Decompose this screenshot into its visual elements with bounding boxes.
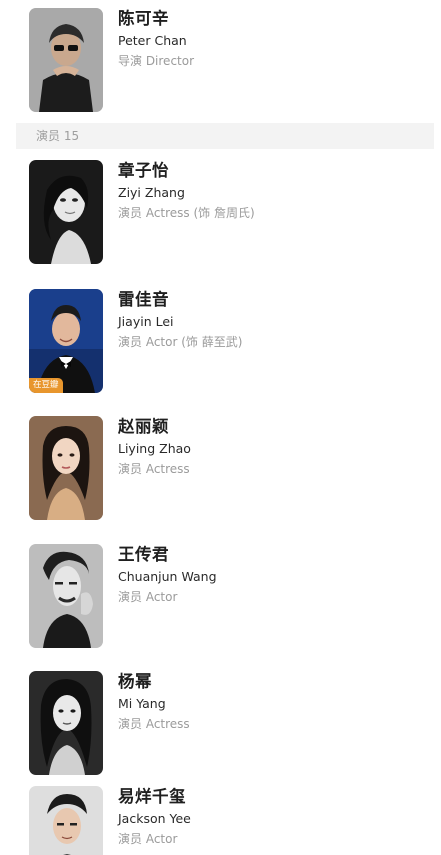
cast-name-en: Liying Zhao: [118, 441, 191, 456]
cast-name-en: Jiayin Lei: [118, 314, 174, 329]
director-card[interactable]: 陈可辛 Peter Chan 导演 Director: [0, 0, 441, 118]
cast-role: 演员 Actress (饰 詹周氏): [118, 206, 255, 220]
cast-name-en: Chuanjun Wang: [118, 569, 217, 584]
director-name-zh: 陈可辛: [118, 9, 169, 28]
cast-name-en: Ziyi Zhang: [118, 185, 185, 200]
cast-name-zh: 雷佳音: [118, 290, 169, 309]
portrait-photo-icon: [29, 786, 103, 855]
portrait-photo-icon: [29, 416, 103, 520]
cast-item[interactable]: 章子怡 Ziyi Zhang 演员 Actress (饰 詹周氏): [0, 160, 441, 270]
portrait-photo-icon: [29, 8, 103, 112]
portrait-photo-icon: [29, 544, 103, 648]
portrait-photo-icon: [29, 671, 103, 775]
cast-item[interactable]: 在豆瓣 雷佳音 Jiayin Lei 演员 Actor (饰 薛至武): [0, 289, 441, 399]
cast-photo[interactable]: 在豆瓣: [29, 289, 103, 393]
director-name-en: Peter Chan: [118, 33, 187, 48]
cast-section-label: 演员 15: [36, 129, 80, 143]
cast-role: 演员 Actress: [118, 717, 190, 731]
cast-name-en: Jackson Yee: [118, 811, 191, 826]
cast-photo[interactable]: [29, 416, 103, 520]
director-role: 导演 Director: [118, 54, 195, 68]
cast-role: 演员 Actor: [118, 832, 178, 846]
cast-photo[interactable]: [29, 786, 103, 855]
director-row[interactable]: 陈可辛 Peter Chan 导演 Director: [0, 8, 441, 118]
cast-role: 演员 Actress: [118, 462, 190, 476]
cast-item[interactable]: 王传君 Chuanjun Wang 演员 Actor: [0, 544, 441, 654]
portrait-photo-icon: [29, 160, 103, 264]
cast-name-en: Mi Yang: [118, 696, 166, 711]
cast-photo[interactable]: [29, 671, 103, 775]
cast-item[interactable]: 杨幂 Mi Yang 演员 Actress: [0, 671, 441, 781]
douban-badge: 在豆瓣: [29, 378, 63, 393]
cast-item[interactable]: 赵丽颖 Liying Zhao 演员 Actress: [0, 416, 441, 526]
cast-photo[interactable]: [29, 544, 103, 648]
cast-item[interactable]: 易烊千玺 Jackson Yee 演员 Actor: [0, 786, 441, 855]
cast-name-zh: 赵丽颖: [118, 417, 169, 436]
cast-name-zh: 杨幂: [118, 672, 152, 691]
director-photo[interactable]: [29, 8, 103, 112]
cast-section-header: 演员 15: [16, 123, 434, 149]
cast-role: 演员 Actor (饰 薛至武): [118, 335, 243, 349]
cast-photo[interactable]: [29, 160, 103, 264]
cast-role: 演员 Actor: [118, 590, 178, 604]
cast-name-zh: 易烊千玺: [118, 787, 186, 806]
cast-name-zh: 王传君: [118, 545, 169, 564]
cast-name-zh: 章子怡: [118, 161, 169, 180]
